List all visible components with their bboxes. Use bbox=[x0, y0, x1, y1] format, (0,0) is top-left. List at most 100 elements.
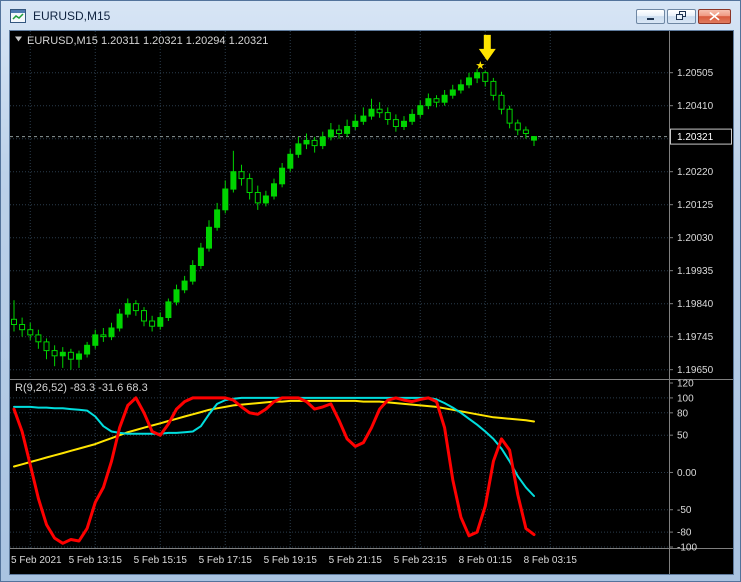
sell-signal-arrow-icon bbox=[478, 34, 496, 61]
candle-body bbox=[441, 94, 448, 103]
candle-body bbox=[197, 247, 204, 267]
window-controls bbox=[636, 8, 731, 24]
candle-body bbox=[490, 80, 497, 96]
restore-button[interactable] bbox=[667, 8, 696, 24]
chart-area[interactable]: ★ EURUSD,M15 1.20311 1.20321 1.20294 1.20… bbox=[9, 30, 734, 575]
candle-body bbox=[19, 324, 26, 331]
time-axis-label: 5 Feb 23:15 bbox=[394, 555, 448, 566]
price-axis-label: 1.20505 bbox=[677, 68, 714, 79]
candle-body bbox=[295, 143, 302, 155]
candle-body bbox=[425, 98, 432, 107]
candle-body bbox=[522, 129, 529, 134]
oscillator-axis-label: -50 bbox=[677, 505, 692, 516]
oscillator-axis-label: 0.00 bbox=[677, 468, 697, 479]
candle-body bbox=[384, 112, 391, 120]
candle-body bbox=[189, 265, 196, 282]
time-axis-label: 5 Feb 17:15 bbox=[199, 555, 253, 566]
chart-marker-icon bbox=[15, 36, 22, 42]
candle-body bbox=[376, 108, 383, 114]
time-axis-label: 5 Feb 19:15 bbox=[264, 555, 318, 566]
candle-body bbox=[116, 313, 123, 329]
candle-body bbox=[27, 329, 34, 336]
time-axis-label: 8 Feb 03:15 bbox=[524, 555, 578, 566]
candle-body bbox=[35, 334, 42, 343]
candle-body bbox=[279, 167, 286, 185]
candle-body bbox=[327, 129, 334, 138]
restore-icon bbox=[676, 11, 686, 20]
price-axis-label: 1.20220 bbox=[677, 167, 714, 178]
close-button[interactable] bbox=[698, 8, 731, 24]
oscillator-axis-label: 120 bbox=[677, 379, 694, 390]
chart-window: EURUSD,M15 ★EURUSD,M15 1.20311 1.20321 bbox=[0, 0, 741, 582]
candle-body bbox=[498, 94, 505, 110]
candle-body bbox=[474, 72, 481, 79]
time-axis-label: 5 Feb 2021 bbox=[11, 555, 62, 566]
candle-body bbox=[506, 108, 513, 124]
chart-window-icon bbox=[10, 8, 26, 24]
candle-body bbox=[262, 195, 269, 204]
candle-body bbox=[311, 139, 318, 147]
window-title: EURUSD,M15 bbox=[33, 9, 111, 23]
price-axis-label: 1.19650 bbox=[677, 365, 714, 376]
candle-body bbox=[344, 126, 351, 134]
price-chart-svg[interactable]: ★ EURUSD,M15 1.20311 1.20321 1.20294 1.20… bbox=[10, 31, 733, 574]
candle-body bbox=[84, 344, 91, 355]
candle-body bbox=[392, 119, 399, 127]
candle-body bbox=[246, 178, 253, 194]
candle-body bbox=[100, 334, 107, 338]
oscillator-label: R(9,26,52) -83.3 -31.6 68.3 bbox=[15, 382, 148, 394]
candle-body bbox=[457, 84, 464, 91]
price-axis-label: 1.20125 bbox=[677, 200, 714, 211]
price-axis-label: 1.20410 bbox=[677, 101, 714, 112]
fast-period-9-line bbox=[12, 396, 536, 545]
candle-body bbox=[51, 350, 58, 357]
candle-body bbox=[141, 310, 147, 322]
candle-body bbox=[433, 98, 440, 103]
minimize-button[interactable] bbox=[636, 8, 665, 24]
price-axis-label: 1.19935 bbox=[677, 266, 714, 277]
candle-body bbox=[482, 72, 489, 82]
candle-body bbox=[449, 89, 456, 96]
candle-body bbox=[368, 108, 375, 117]
candle-body bbox=[303, 139, 310, 145]
candle-body bbox=[165, 301, 172, 318]
candle-body bbox=[417, 105, 424, 115]
candle-body bbox=[108, 327, 115, 338]
candle-body bbox=[222, 188, 229, 211]
candle-body bbox=[181, 280, 188, 291]
title-bar[interactable]: EURUSD,M15 bbox=[2, 2, 739, 30]
oscillator-axis-label: 50 bbox=[677, 431, 689, 442]
price-axis-label: 1.19840 bbox=[677, 299, 714, 310]
oscillator-axis-label: 80 bbox=[677, 408, 689, 419]
candle-body bbox=[271, 183, 277, 197]
current-price-label: 1.20321 bbox=[677, 132, 714, 143]
candle-body bbox=[409, 113, 416, 122]
candle-body bbox=[230, 171, 237, 190]
ohlc-label: EURUSD,M15 1.20311 1.20321 1.20294 1.203… bbox=[27, 35, 268, 47]
candle-body bbox=[352, 120, 359, 128]
candle-body bbox=[254, 192, 261, 204]
candle-body bbox=[124, 303, 131, 315]
candle-body bbox=[11, 318, 17, 325]
candle-body bbox=[214, 209, 221, 228]
oscillator-axis-label: -80 bbox=[677, 528, 692, 539]
candle-body bbox=[336, 129, 342, 134]
candle-body bbox=[59, 351, 66, 357]
candle-body bbox=[319, 136, 326, 147]
minimize-icon bbox=[646, 17, 654, 20]
candle-body bbox=[43, 341, 50, 352]
candle-body bbox=[360, 115, 367, 122]
candle-body bbox=[401, 120, 407, 128]
time-axis-label: 8 Feb 01:15 bbox=[459, 555, 513, 566]
candle-body bbox=[149, 320, 156, 327]
candle-body bbox=[531, 136, 537, 141]
candle-body bbox=[466, 77, 472, 86]
candle-body bbox=[173, 289, 180, 303]
oscillator-axis-label: 100 bbox=[677, 393, 694, 404]
candle-body bbox=[287, 153, 294, 169]
close-icon bbox=[709, 11, 720, 20]
candle-body bbox=[157, 317, 164, 327]
time-axis-label: 5 Feb 15:15 bbox=[134, 555, 188, 566]
oscillator-axis-label: -100 bbox=[677, 543, 697, 554]
candle-body bbox=[238, 171, 245, 180]
